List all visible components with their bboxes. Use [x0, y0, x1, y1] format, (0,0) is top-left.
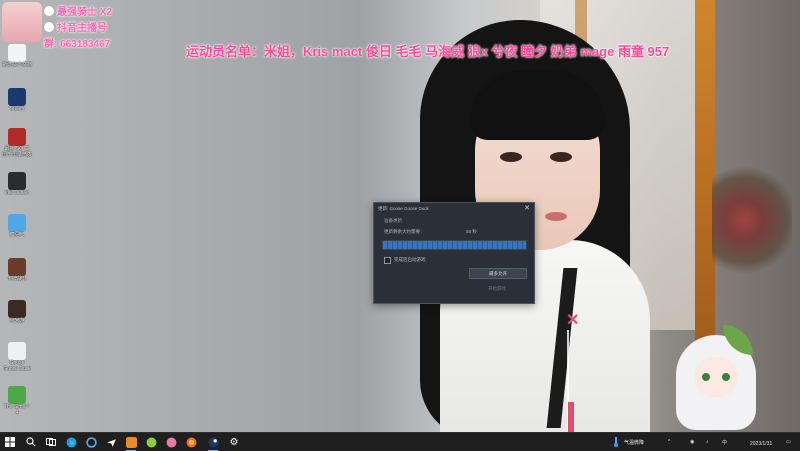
desktop-icon-image: [8, 44, 26, 62]
desktop-icon-label: 小米游: [9, 318, 25, 324]
desktop-icon-image: [8, 172, 26, 190]
desktop-icon[interactable]: 新建文本文档: [2, 44, 32, 68]
desktop-icon-image: [8, 128, 26, 146]
close-icon[interactable]: ✕: [524, 204, 530, 212]
system-date[interactable]: 2023/1/31: [750, 441, 772, 447]
overlay-line-2: 抖音主播号: [44, 19, 107, 34]
desktop-icon-image: [8, 258, 26, 276]
update-progress-bar: [382, 240, 527, 250]
thermometer-icon: [610, 436, 622, 448]
dialog-title: 更新: Goose Goose Duck: [378, 206, 429, 211]
edge-icon[interactable]: [65, 436, 77, 448]
portrait-eye-left: [500, 152, 522, 162]
wallpaper-plant: [712, 160, 792, 280]
overlay-x-mark: ✕: [566, 312, 580, 329]
windows-start-icon[interactable]: [4, 436, 16, 448]
overlay-line-3: 群: 663183467: [44, 39, 111, 50]
orange-app-icon[interactable]: [125, 436, 137, 451]
weibo-icon: [44, 6, 54, 16]
tiktok-icon: [44, 22, 54, 32]
search-icon[interactable]: [25, 436, 37, 448]
allow-button[interactable]: 最多允许: [469, 268, 527, 279]
update-dialog: 更新: Goose Goose Duck ✕ 准备更新 更新剩余大约需要： 58…: [373, 202, 535, 304]
dialog-heading: 准备更新: [384, 218, 402, 223]
anime-face: [694, 357, 738, 397]
portrait-bangs: [470, 70, 605, 140]
desktop-icon-label: The Sims™ 4: [3, 404, 31, 416]
settings-gear-icon[interactable]: ⚙: [228, 436, 240, 448]
anime-eye-right: [722, 373, 730, 381]
anime-character-sticker: [668, 325, 768, 435]
desktop-icon-label: 新建文本文档: [2, 62, 33, 68]
desktop-icon[interactable]: Goose Goose Duck: [2, 342, 32, 372]
desktop-icon[interactable]: 最新 SO 三 国千里录已发: [2, 128, 32, 158]
volume-icon[interactable]: ♪: [706, 439, 709, 445]
firefox-icon[interactable]: [185, 436, 197, 448]
desktop-icon-label: 最新 SO 三 国千里录已发: [2, 146, 33, 158]
play-button[interactable]: 开始游戏: [469, 284, 525, 293]
tray-chevron-icon[interactable]: ^: [668, 439, 670, 445]
desktop-icon[interactable]: 小米游: [2, 300, 32, 324]
input-language[interactable]: 中: [722, 439, 727, 446]
desktop-icon[interactable]: 卡牌战斗: [2, 258, 32, 282]
task-view-icon[interactable]: [45, 436, 57, 448]
weather-text[interactable]: 气温微降: [624, 439, 644, 446]
overlay-pink-bar: [568, 402, 574, 432]
plane-icon[interactable]: [105, 436, 117, 448]
desktop-icon-label: Idle Dealer: [4, 190, 30, 196]
green-app-icon[interactable]: [145, 436, 157, 448]
desktop-icon-image: [8, 342, 26, 360]
steam-icon[interactable]: [207, 436, 219, 451]
roster-banner: 运动员名单：米姐，Kris mact 俊日 毛毛 马海威 狼x 兮夜 瞳夕 奶弟…: [186, 44, 670, 59]
desktop-icon-image: [8, 88, 26, 106]
taskbar: ⚙ 气温微降 ^ ◉ ♪ 中 2023/1/31 ▭: [0, 432, 800, 451]
desktop-icon-label: 糖豆人: [9, 232, 25, 238]
pink-app-icon[interactable]: [165, 436, 177, 448]
desktop-icon[interactable]: Idle Dealer: [2, 172, 32, 196]
portrait-lips: [545, 212, 567, 221]
portrait-eye-right: [550, 152, 572, 162]
quicklook-icon[interactable]: [85, 436, 97, 448]
desktop-icon[interactable]: 糖豆人: [2, 214, 32, 238]
dialog-status-value: 58 秒: [466, 229, 477, 234]
launch-after-label: 完成后启动游戏: [394, 257, 426, 262]
dialog-status-label: 更新剩余大约需要：: [384, 229, 425, 234]
desktop-icon-image: [8, 214, 26, 232]
streamer-avatar: [2, 2, 42, 42]
network-icon[interactable]: ◉: [690, 439, 694, 445]
update-progress-fill: [383, 241, 526, 249]
desktop-icon-image: [8, 386, 26, 404]
desktop-icon-label: Goose Goose Duck: [3, 360, 31, 372]
desktop-icon-label: Steam: [9, 106, 25, 112]
anime-eye-left: [702, 373, 710, 381]
desktop-icon-label: 卡牌战斗: [6, 276, 27, 282]
notification-icon[interactable]: ▭: [786, 439, 791, 445]
desktop-icon[interactable]: The Sims™ 4: [2, 386, 32, 416]
overlay-line-1: 最强骑士 X2: [44, 3, 112, 18]
desktop-icon-image: [8, 300, 26, 318]
launch-after-checkbox[interactable]: [384, 257, 391, 264]
desktop-icon[interactable]: Steam: [2, 88, 32, 112]
